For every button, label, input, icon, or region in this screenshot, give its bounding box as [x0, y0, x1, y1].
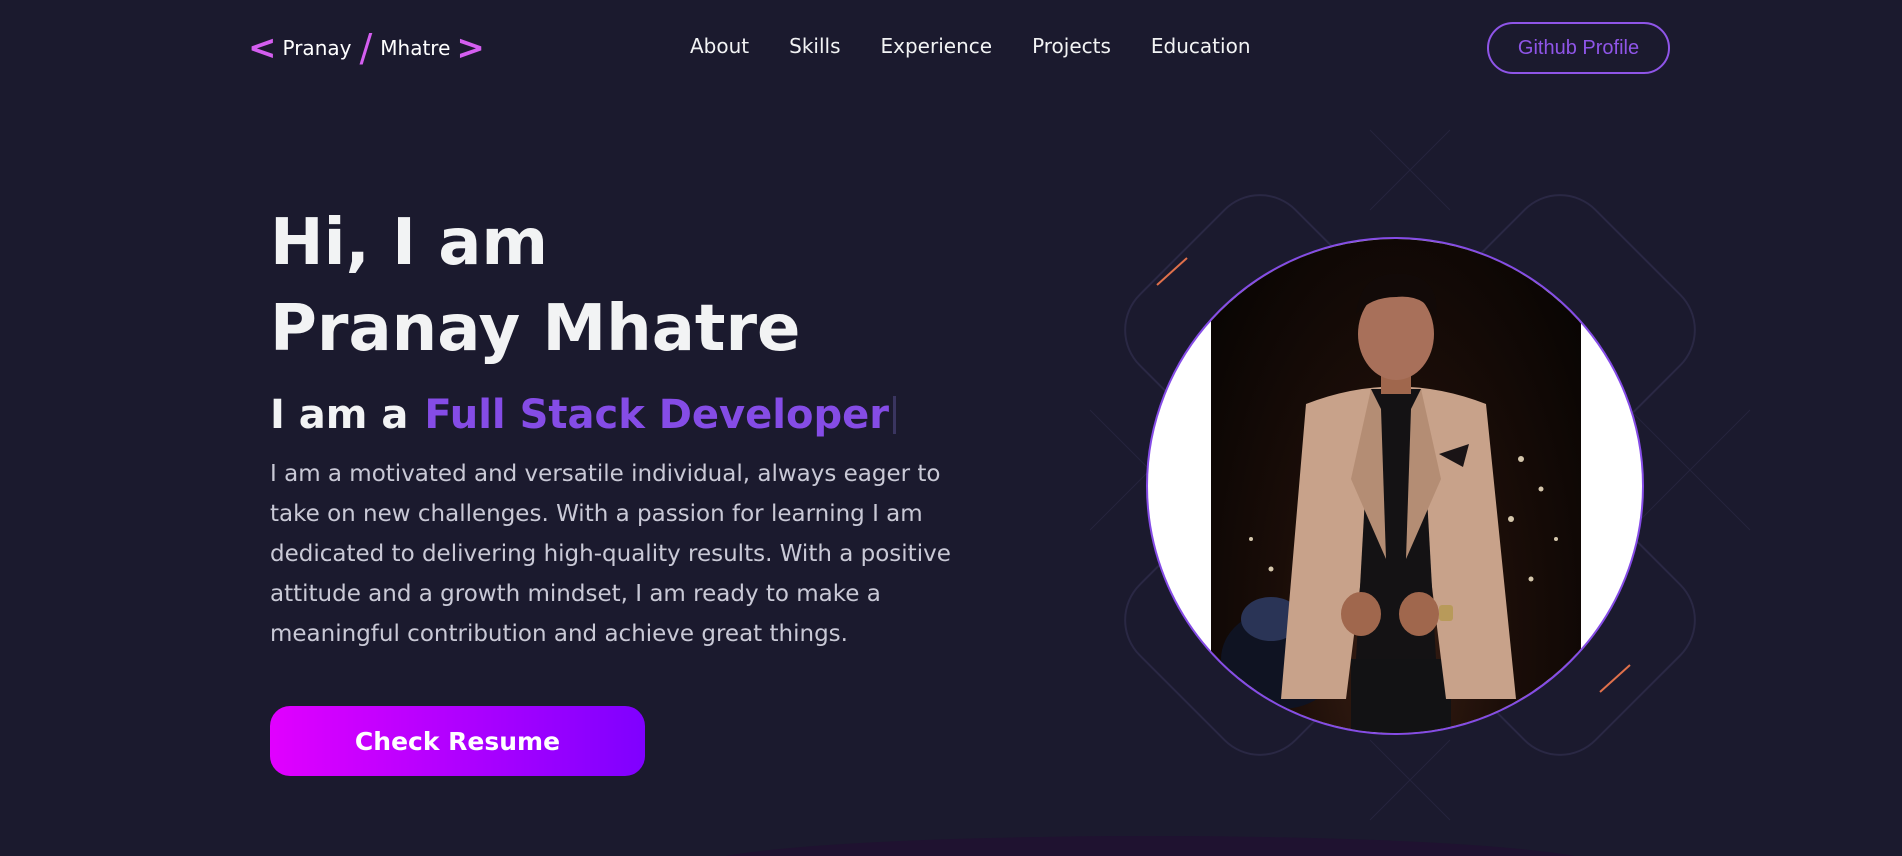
nav-link-projects[interactable]: Projects: [1032, 34, 1111, 58]
logo-first-name: Pranay: [282, 36, 352, 60]
hero-greeting: Hi, I am: [270, 206, 549, 280]
hero-description: I am a motivated and versatile individua…: [270, 461, 951, 647]
check-resume-button[interactable]: Check Resume: [270, 706, 645, 776]
role-title: Full Stack Developer: [424, 392, 889, 438]
github-profile-button[interactable]: Github Profile: [1487, 22, 1670, 74]
typewriter-cursor: [892, 396, 896, 434]
nav-link-experience[interactable]: Experience: [881, 34, 993, 58]
person-illustration: [1221, 273, 1558, 733]
nav-links: About Skills Experience Projects Educati…: [690, 34, 1251, 58]
hero-role: I am a Full Stack Developer: [270, 392, 990, 438]
nav-link-education[interactable]: Education: [1151, 34, 1251, 58]
profile-image-frame: [1146, 237, 1644, 735]
hero-text: Hi, I am Pranay Mhatre I am a Full Stack…: [270, 200, 990, 654]
logo-left-bracket: <: [248, 28, 277, 68]
logo-last-name: Mhatre: [380, 36, 451, 60]
profile-photo: [1211, 239, 1581, 733]
logo-link[interactable]: < Pranay / Mhatre >: [248, 28, 485, 68]
logo-right-bracket: >: [456, 28, 485, 68]
section-divider-glow: [700, 836, 1600, 856]
nav-link-about[interactable]: About: [690, 34, 749, 58]
logo-slash: /: [359, 26, 373, 70]
role-prefix: I am a: [270, 392, 409, 438]
hero-name: Pranay Mhatre: [270, 292, 801, 366]
nav-link-skills[interactable]: Skills: [789, 34, 840, 58]
navbar: < Pranay / Mhatre > About Skills Experie…: [0, 0, 1902, 96]
